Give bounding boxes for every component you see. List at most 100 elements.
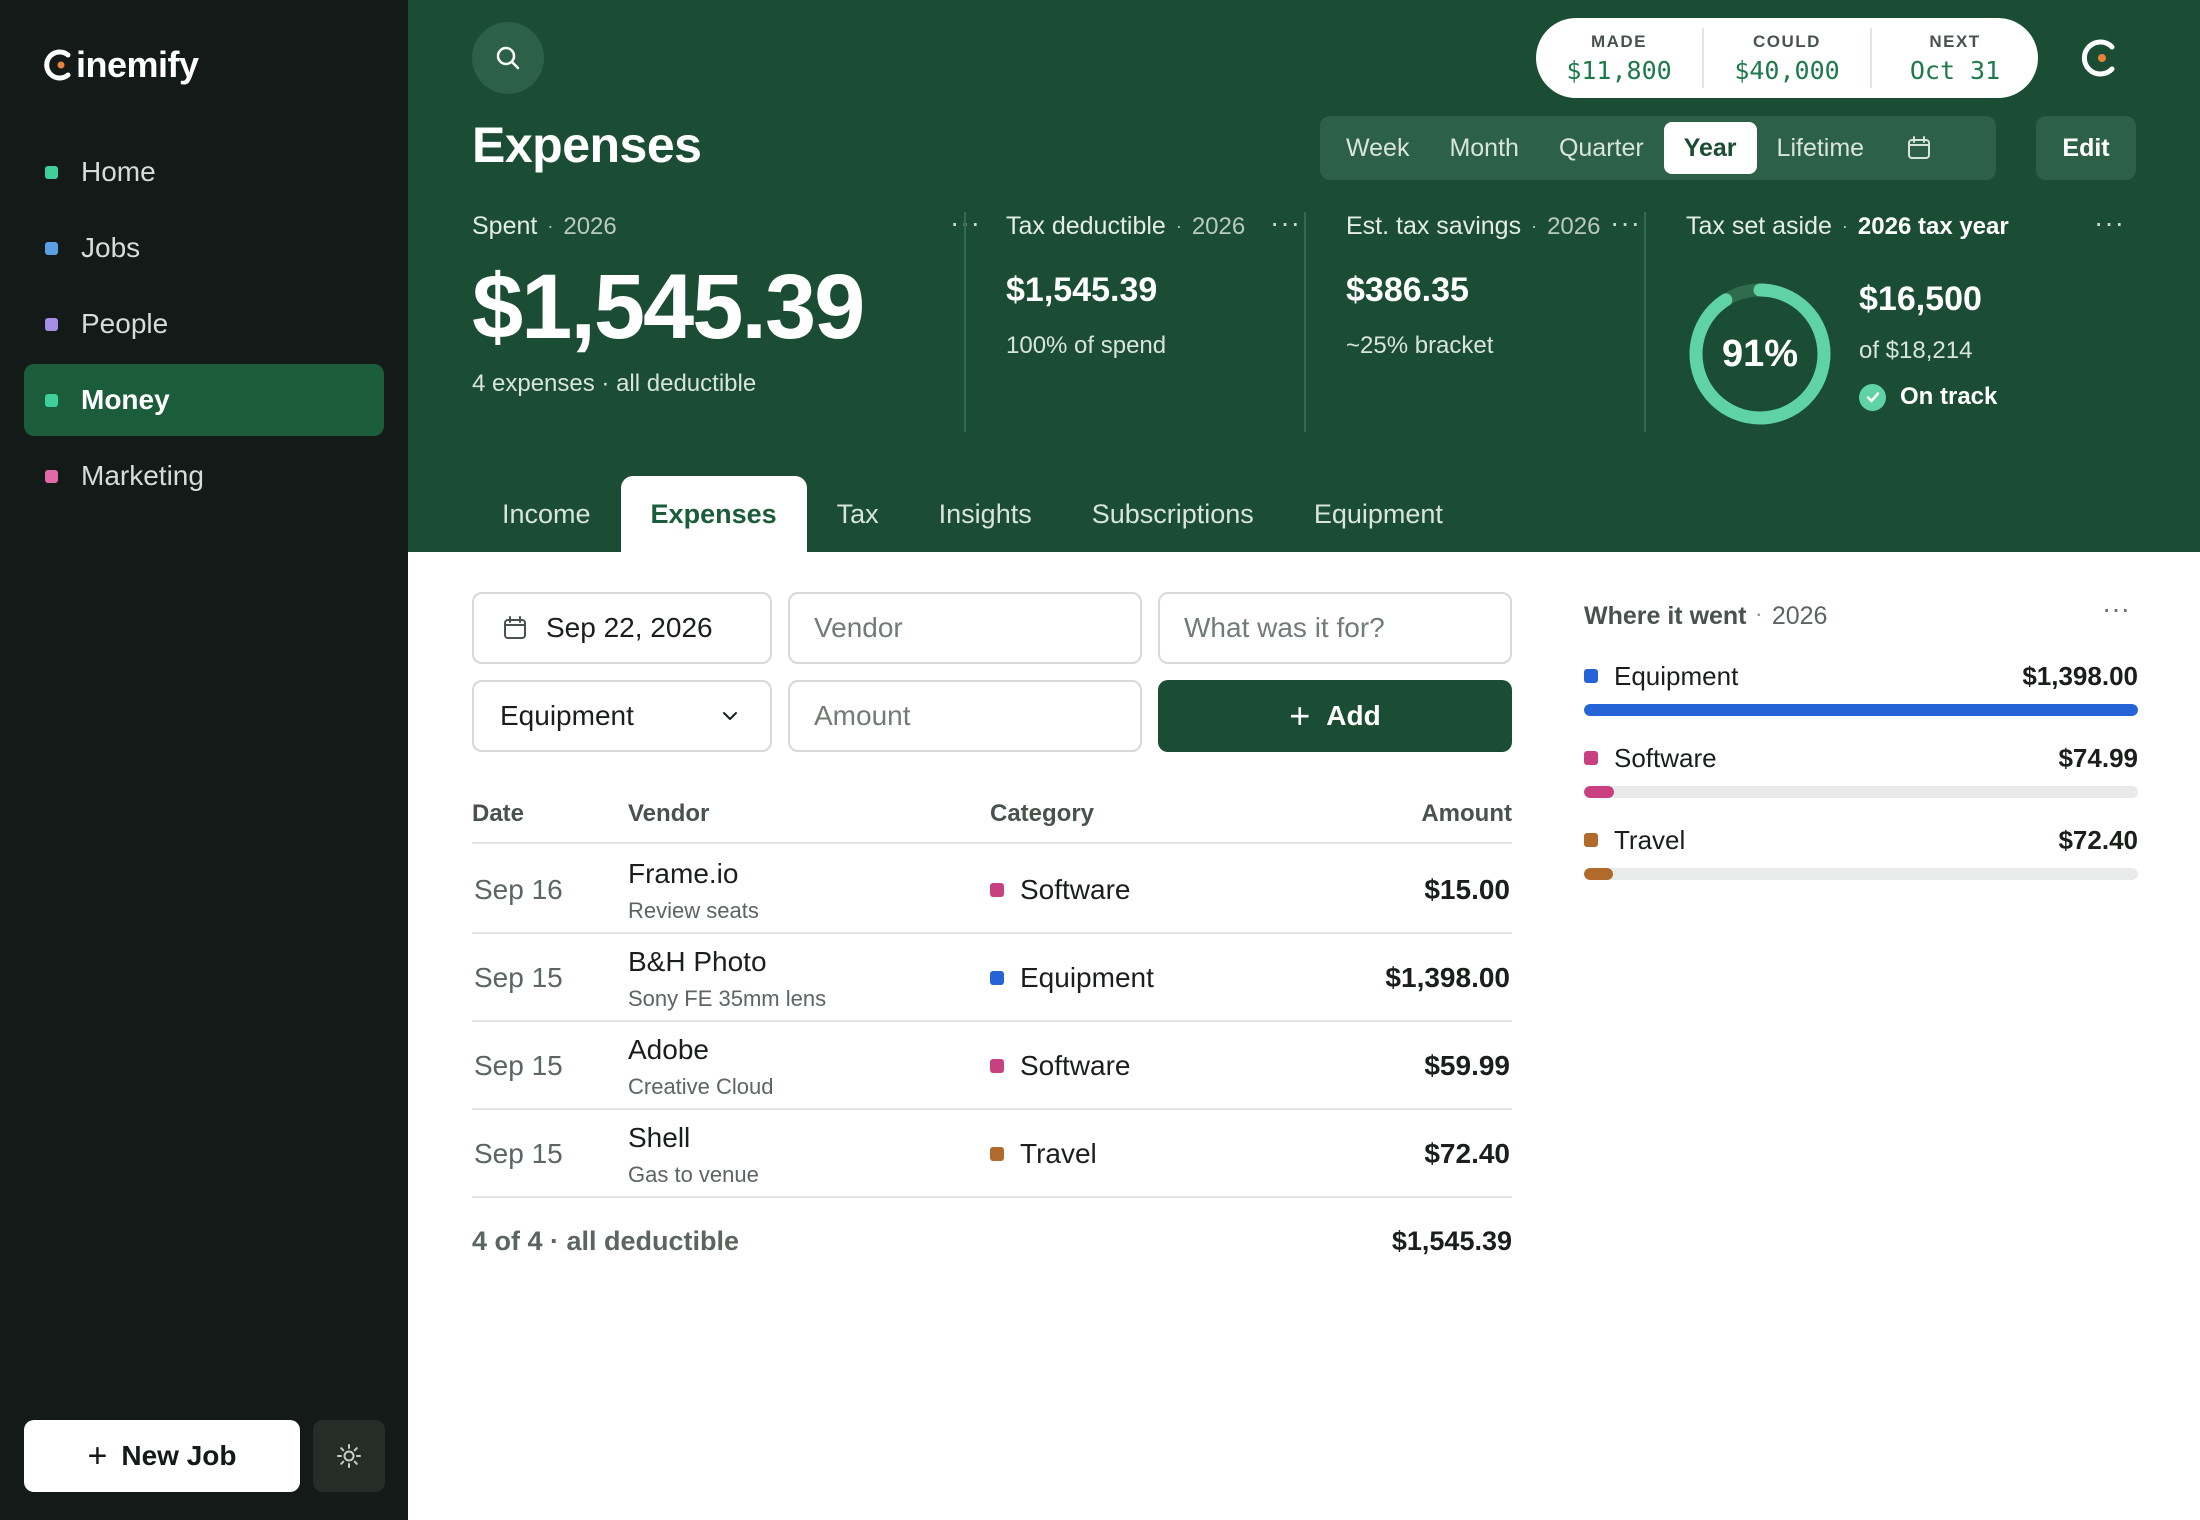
nav-dot-icon (45, 469, 58, 483)
sidebar-item-home[interactable]: Home (24, 136, 384, 208)
period-lifetime[interactable]: Lifetime (1757, 122, 1885, 174)
row-note: Creative Cloud (628, 1074, 774, 1099)
period-week[interactable]: Week (1326, 122, 1429, 174)
tab-expenses[interactable]: Expenses (620, 476, 807, 552)
table-footer: 4 of 4 · all deductible $1,545.39 (472, 1222, 1512, 1266)
sidebar-item-jobs[interactable]: Jobs (24, 212, 384, 284)
category-dot-icon (990, 1147, 1004, 1161)
custom-range-button[interactable] (1892, 122, 1946, 174)
row-vendor: Frame.io (628, 858, 739, 889)
sidebar-item-label: Marketing (81, 460, 204, 491)
tab-subscriptions[interactable]: Subscriptions (1062, 476, 1284, 552)
period-quarter[interactable]: Quarter (1539, 122, 1664, 174)
breakdown-bar-fill (1584, 786, 1614, 798)
row-amount: $59.99 (1424, 1050, 1510, 1081)
table-row[interactable]: Sep 15 B&H Photo Sony FE 35mm lens Equip… (472, 934, 1512, 1022)
money-tabs: Income Expenses Tax Insights Subscriptio… (472, 476, 1473, 552)
card-year: 2026 (1547, 212, 1601, 240)
sidebar-item-label: Jobs (81, 232, 141, 263)
search-icon (496, 46, 520, 70)
row-vendor: B&H Photo (628, 946, 767, 977)
breakdown-amount: $72.40 (2058, 824, 2138, 855)
amount-input[interactable] (790, 700, 1140, 732)
sidebar-item-people[interactable]: People (24, 288, 384, 360)
ring-percent-label: 91% (1721, 332, 1799, 375)
sidebar-item-money[interactable]: Money (24, 364, 384, 436)
separator-dot: · (547, 216, 554, 236)
row-category: Software (1020, 1050, 1131, 1081)
row-category: Equipment (1020, 962, 1154, 993)
breakdown-bar-track (1584, 786, 2138, 798)
more-options-icon[interactable]: ··· (2102, 595, 2130, 623)
stat-made: MADE $11,800 (1536, 28, 1704, 88)
footer-total: $1,545.39 (1391, 1226, 1512, 1256)
stat-value: $11,800 (1566, 55, 1672, 85)
more-options-icon[interactable]: ··· (2094, 209, 2125, 237)
tab-income[interactable]: Income (472, 476, 621, 552)
tab-equipment[interactable]: Equipment (1284, 476, 1473, 552)
card-divider (1644, 212, 1646, 432)
category-dot-icon (1584, 669, 1598, 683)
table-row[interactable]: Sep 15 Shell Gas to venue Travel $72.40 (472, 1110, 1512, 1198)
card-year: 2026 tax year (1857, 212, 2009, 240)
purpose-field[interactable] (1158, 592, 1512, 664)
category-select[interactable]: Equipment (472, 680, 772, 752)
spent-card: Spent · 2026 ··· $1,545.39 4 expenses · … (472, 209, 980, 432)
card-label: Tax deductible (1006, 212, 1166, 240)
column-header-date[interactable]: Date (472, 800, 524, 828)
sidebar-item-label: People (81, 308, 169, 339)
breakdown-amount: $74.99 (2058, 742, 2138, 773)
row-date: Sep 15 (474, 1138, 563, 1169)
purpose-input[interactable] (1160, 612, 1510, 644)
check-circle-icon (1859, 383, 1886, 411)
vendor-input[interactable] (790, 612, 1140, 644)
savings-amount: $386.35 (1346, 271, 1469, 309)
column-header-category[interactable]: Category (990, 800, 1094, 828)
tax-savings-card: Est. tax savings · 2026 ··· $386.35 ~25%… (1346, 209, 1646, 432)
date-picker[interactable]: Sep 22, 2026 (472, 592, 772, 664)
spent-sub: 4 expenses · all deductible (472, 369, 757, 397)
deductible-sub: 100% of spend (1006, 332, 1167, 359)
sidebar-item-label: Home (81, 156, 156, 187)
stat-next: NEXT Oct 31 (1872, 28, 2038, 88)
table-row[interactable]: Sep 16 Frame.io Review seats Software $1… (472, 846, 1512, 934)
panel-title: Where it went (1584, 601, 1747, 630)
plus-icon: + (1289, 695, 1311, 736)
row-date: Sep 15 (474, 962, 563, 993)
period-month[interactable]: Month (1429, 122, 1538, 174)
stat-could: COULD $40,000 (1704, 28, 1872, 88)
breakdown-bar-fill (1584, 704, 2138, 716)
period-year[interactable]: Year (1663, 122, 1757, 174)
category-dot-icon (1584, 833, 1598, 847)
table-row[interactable]: Sep 15 Adobe Creative Cloud Software $59… (472, 1022, 1512, 1110)
row-amount: $1,398.00 (1385, 962, 1510, 993)
vendor-field[interactable] (788, 592, 1142, 664)
amount-field[interactable] (788, 680, 1142, 752)
set-aside-progress-ring: 91% (1686, 280, 1834, 428)
tab-tax[interactable]: Tax (807, 476, 909, 552)
tab-insights[interactable]: Insights (909, 476, 1062, 552)
search-button[interactable] (472, 22, 544, 94)
brand-c-icon[interactable] (2078, 36, 2122, 80)
set-aside-amount: $16,500 (1859, 280, 1982, 318)
category-dot-icon (990, 883, 1004, 897)
sidebar-item-marketing[interactable]: Marketing (24, 440, 384, 512)
column-header-vendor[interactable]: Vendor (628, 800, 709, 828)
separator-dot: · (1531, 216, 1538, 236)
more-options-icon[interactable]: ··· (1610, 209, 1641, 237)
edit-button[interactable]: Edit (2036, 116, 2136, 180)
card-year: 2026 (1191, 212, 1246, 240)
app-logo[interactable]: inemify (44, 40, 199, 90)
sun-icon (337, 1444, 361, 1468)
row-note: Gas to venue (628, 1162, 759, 1187)
more-options-icon[interactable]: ··· (1270, 209, 1301, 237)
savings-sub: ~25% bracket (1346, 332, 1494, 359)
calendar-icon (1908, 136, 1931, 159)
theme-toggle-button[interactable] (313, 1420, 385, 1492)
row-note: Sony FE 35mm lens (628, 986, 827, 1011)
card-year: 2026 (563, 212, 617, 240)
tax-set-aside-card: Tax set aside · 2026 tax year ··· 91% $1… (1686, 209, 2136, 432)
new-job-button[interactable]: + New Job (24, 1420, 300, 1492)
add-expense-button[interactable]: + Add (1158, 680, 1512, 752)
column-header-amount[interactable]: Amount (1421, 800, 1512, 828)
